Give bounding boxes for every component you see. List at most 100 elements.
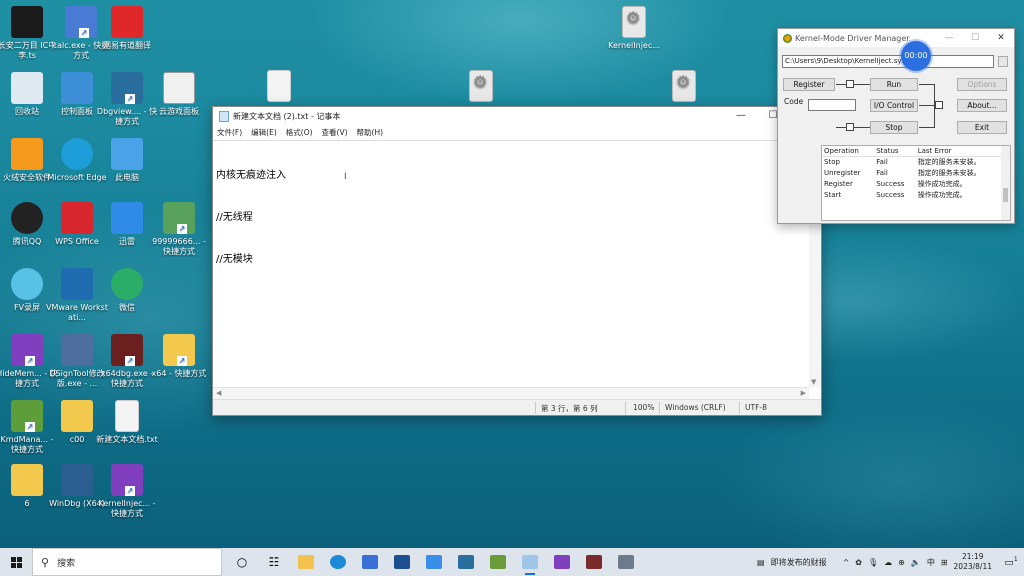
search-icon: ⚲ [41, 555, 50, 569]
x64dbg-taskbar-icon[interactable] [578, 548, 610, 576]
table-row[interactable]: Unregister Fail 指定的服务未安装。 [822, 168, 1002, 179]
minimize-button[interactable]: — [725, 107, 757, 125]
run-button[interactable]: Run [870, 78, 918, 91]
notepad-statusbar: 第 3 行，第 6 列 100% Windows (CRLF) UTF-8 [213, 399, 821, 415]
desktop-icon-game[interactable]: 云游戏面板 [148, 72, 210, 117]
vs-icon [11, 334, 43, 366]
app-icon [163, 202, 195, 234]
notepad-title: 新建文本文档 (2).txt - 记事本 [233, 111, 341, 121]
notepad-titlebar[interactable]: 新建文本文档 (2).txt - 记事本 — ☐ ✕ [213, 107, 821, 125]
kdm-maximize-button[interactable]: ☐ [962, 29, 988, 47]
calc-icon [65, 6, 97, 38]
ime-mode-icon[interactable]: ⊞ [941, 558, 948, 567]
mail-icon[interactable] [386, 548, 418, 576]
register-button[interactable]: Register [783, 78, 835, 91]
horizontal-scrollbar[interactable]: ◀ ▶ [213, 387, 809, 399]
kdm-window[interactable]: Kernel-Mode Driver Manager — ☐ ✕ C:\User… [777, 28, 1015, 224]
scroll-left-icon[interactable]: ◀ [216, 389, 221, 397]
cloud-icon[interactable]: ☁ [884, 558, 892, 567]
io-control-button[interactable]: I/O Control [870, 99, 918, 112]
menu-file[interactable]: 文件(F) [217, 127, 242, 138]
edge-icon[interactable] [322, 548, 354, 576]
kdm-titlebar[interactable]: Kernel-Mode Driver Manager — ☐ ✕ [778, 29, 1014, 47]
tray-app-icon[interactable]: ✿ [855, 558, 862, 567]
line-ending: Windows (CRLF) [665, 403, 726, 412]
dbgview-icon[interactable] [450, 548, 482, 576]
menu-edit[interactable]: 编辑(E) [251, 127, 277, 138]
operation-log-list[interactable]: Operation Status Last Error Stop Fail 指定… [821, 145, 1011, 221]
scrollbar-thumb[interactable] [1003, 188, 1008, 202]
notepad-taskbar-icon[interactable] [514, 548, 546, 576]
chevron-up-icon[interactable]: ^ [843, 558, 850, 567]
desktop-icon-gear-b[interactable] [450, 70, 512, 105]
notepad-text-area[interactable]: 内核无痕迹注入 //无线程 //无模块 [213, 140, 809, 387]
taskbar-search[interactable]: ⚲ 搜索 [32, 548, 222, 576]
desktop-icon-kernelinject-top[interactable]: KernelInjec... [603, 6, 665, 51]
recording-timer-badge[interactable]: 00:00 [901, 41, 931, 71]
kdm-minimize-button[interactable]: — [936, 29, 962, 47]
exit-button[interactable]: Exit [957, 121, 1007, 134]
ime-indicator[interactable]: 中 [927, 557, 935, 568]
desktop-icon-pc[interactable]: 此电脑 [96, 138, 158, 183]
wps-icon [61, 202, 93, 234]
desktop-icon-wechat[interactable]: 微信 [96, 268, 158, 313]
store-icon[interactable] [354, 548, 386, 576]
widgets-icon[interactable]: ☷ [258, 548, 290, 576]
desktop-icon-app[interactable]: 99999666... - 快捷方式 [148, 202, 210, 257]
desktop-icon-label: 云游戏面板 [159, 107, 199, 116]
notification-icon[interactable]: ▭1 [1002, 556, 1020, 568]
code-input[interactable] [808, 99, 856, 111]
dsign-icon [61, 334, 93, 366]
about-button[interactable]: About... [957, 99, 1007, 112]
desktop-icon-vs[interactable]: KernelInjec... - 快捷方式 [96, 464, 158, 519]
table-row[interactable]: Start Success 操作成功完成。 [822, 190, 1002, 201]
notepad-window[interactable]: 新建文本文档 (2).txt - 记事本 — ☐ ✕ 文件(F) 编辑(E) 格… [212, 106, 822, 416]
start-button[interactable] [0, 548, 32, 576]
menu-help[interactable]: 帮助(H) [357, 127, 384, 138]
desktop-icon-folder[interactable]: x64 - 快捷方式 [148, 334, 210, 379]
kdm-app-icon [783, 33, 792, 43]
driver-path-field[interactable]: C:\Users\9\Desktop\KernelIject.sys [782, 55, 994, 68]
volume-icon[interactable]: 🔈 [911, 558, 921, 567]
table-cell: Stop [824, 158, 840, 167]
network-icon[interactable]: ⊕ [898, 558, 905, 567]
menu-format[interactable]: 格式(O) [286, 127, 313, 138]
encoding: UTF-8 [745, 403, 767, 412]
kdm-close-button[interactable]: ✕ [988, 29, 1014, 47]
news-ticker[interactable]: 即将发布的财报 [771, 557, 827, 568]
list-scrollbar[interactable] [1001, 146, 1010, 220]
options-button[interactable]: Options [957, 78, 1007, 91]
file-icon [115, 400, 139, 432]
connector-node [846, 123, 854, 131]
task-view-icon[interactable]: ○ [226, 548, 258, 576]
desktop-icon-youdao[interactable]: 网易有道翻译 [96, 6, 158, 51]
vs-icon [111, 464, 143, 496]
xunlei-icon[interactable] [418, 548, 450, 576]
app-taskbar-icon[interactable] [610, 548, 642, 576]
table-row[interactable]: Register Success 操作成功完成。 [822, 179, 1002, 190]
notepad-app-icon [219, 110, 229, 122]
table-row[interactable]: Stop Fail 指定的服务未安装。 [822, 157, 1002, 168]
browse-button[interactable] [998, 56, 1008, 67]
desktop-icon-gear-c[interactable] [653, 70, 715, 105]
taskbar: ⚲ 搜索 ○ ☷ ▤ 即将发布的财报 ^ ✿ 🎙 ☁ ⊕ 🔈 中 ⊞ 21:19… [0, 548, 1024, 576]
file-explorer-icon[interactable] [290, 548, 322, 576]
stop-button[interactable]: Stop [870, 121, 918, 134]
clock[interactable]: 21:19 2023/8/11 [954, 552, 992, 572]
time: 21:19 [961, 552, 984, 561]
text-line: 内核无痕迹注入 [216, 170, 286, 181]
table-cell: Register [824, 180, 853, 188]
scroll-down-icon[interactable]: ▼ [811, 378, 816, 386]
scroll-right-icon[interactable]: ▶ [801, 389, 806, 397]
kmdmanager-icon[interactable] [482, 548, 514, 576]
desktop-icon-file[interactable]: 新建文本文档.txt [96, 400, 158, 445]
menu-view[interactable]: 查看(V) [322, 127, 348, 138]
table-cell: Fail [876, 169, 888, 177]
video-icon [11, 6, 43, 38]
news-icon[interactable]: ▤ [757, 558, 765, 567]
desktop-icon-file-a[interactable] [248, 70, 310, 105]
table-cell: 操作成功完成。 [917, 191, 967, 199]
microphone-icon[interactable]: 🎙 [868, 558, 878, 567]
visual-studio-icon[interactable] [546, 548, 578, 576]
table-cell: 指定的服务未安装。 [917, 169, 981, 177]
